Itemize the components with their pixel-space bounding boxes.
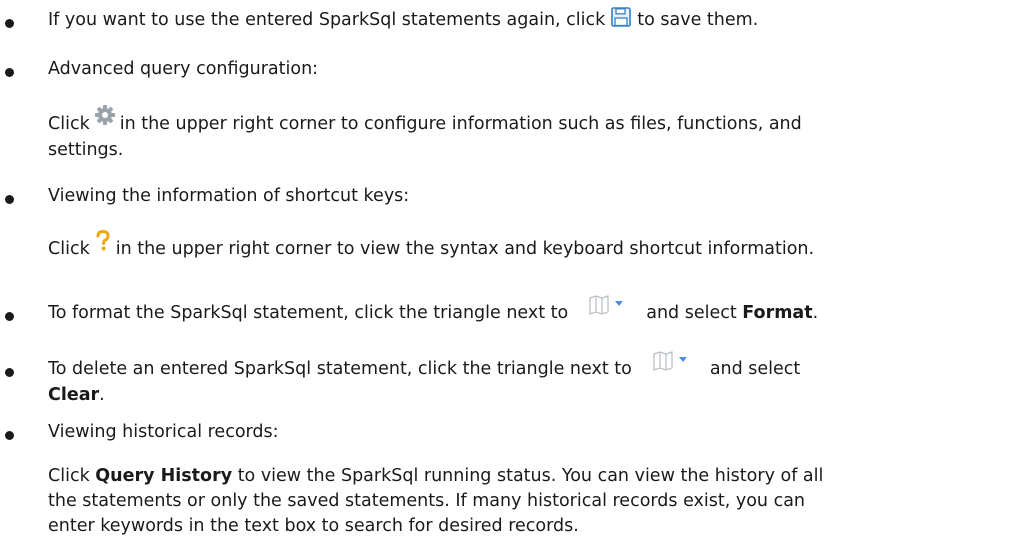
item-text: To delete an entered SparkSql statement,… <box>48 351 800 382</box>
item-text-cont: settings. <box>48 140 124 160</box>
list-item-save: If you want to use the entered SparkSql … <box>0 7 1019 37</box>
item-text: Click in the upper right corner to confi… <box>48 105 802 137</box>
bullet <box>5 312 14 321</box>
list-item-advanced: Advanced query configuration: Click in t… <box>0 56 1019 160</box>
item-heading: Advanced query configuration: <box>48 59 319 79</box>
bullet <box>5 431 14 440</box>
format-dropdown-icon <box>653 351 687 371</box>
bullet <box>5 195 14 204</box>
item-heading: Viewing the information of shortcut keys… <box>48 186 410 206</box>
query-history-link: Query History <box>95 466 233 486</box>
item-heading: Viewing historical records: <box>48 422 279 442</box>
item-text: To format the SparkSql statement, click … <box>48 295 818 326</box>
item-text-cont: the statements or only the saved stateme… <box>48 491 806 511</box>
bullet <box>5 19 14 28</box>
list-item-history: Viewing historical records: Click Query … <box>0 419 1019 549</box>
save-icon <box>611 7 632 27</box>
item-text-cont: Clear. <box>48 385 105 405</box>
list-item-clear: To delete an entered SparkSql statement,… <box>0 346 1019 411</box>
item-text-cont: enter keywords in the text box to search… <box>48 516 579 536</box>
list-item-format: To format the SparkSql statement, click … <box>0 294 1019 334</box>
format-dropdown-icon <box>589 295 624 315</box>
bullet <box>5 368 14 377</box>
list-item-shortcuts: Viewing the information of shortcut keys… <box>0 183 1019 273</box>
gear-icon <box>94 105 115 125</box>
help-icon <box>96 230 110 251</box>
bullet <box>5 68 14 77</box>
item-text: If you want to use the entered SparkSql … <box>48 7 758 33</box>
item-text: Click Query History to view the SparkSql… <box>48 466 824 486</box>
item-text: Click in the upper right corner to view … <box>48 230 814 262</box>
